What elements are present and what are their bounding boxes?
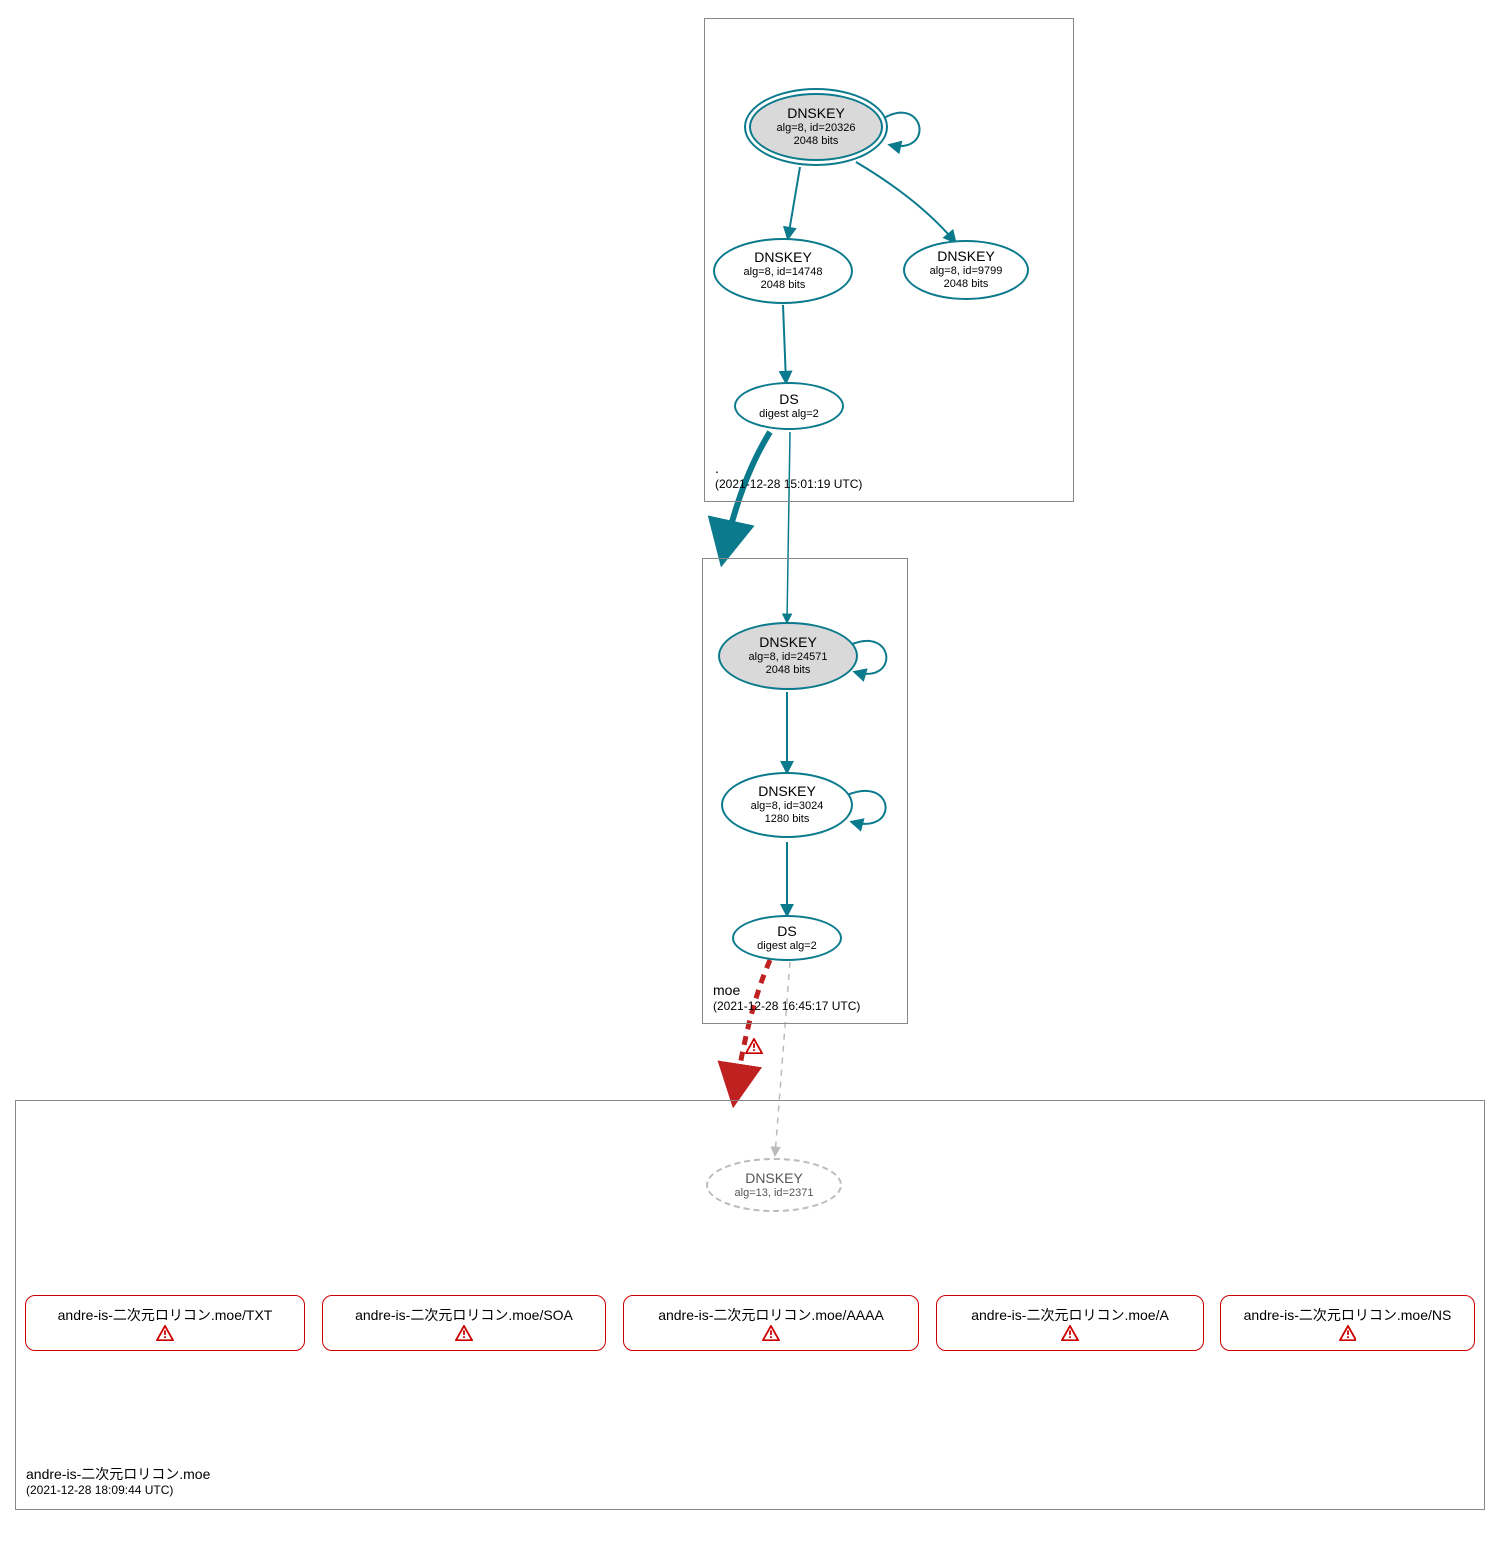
zone-child-timestamp: (2021-12-28 18:09:44 UTC) — [26, 1483, 210, 1499]
record-soa: andre-is-二次元ロリコン.moe/SOA — [322, 1295, 606, 1351]
node-root-other: DNSKEY alg=8, id=9799 2048 bits — [903, 240, 1029, 300]
warning-icon — [745, 1038, 763, 1057]
zone-root-name: . — [715, 459, 862, 477]
record-txt: andre-is-二次元ロリコン.moe/TXT — [25, 1295, 305, 1351]
warning-icon — [762, 1325, 780, 1341]
node-child-dnskey-title: DNSKEY — [745, 1170, 803, 1187]
zone-moe-label: moe (2021-12-28 16:45:17 UTC) — [713, 981, 860, 1015]
record-txt-label: andre-is-二次元ロリコン.moe/TXT — [58, 1305, 273, 1325]
node-root-ksk-sub1: alg=8, id=20326 — [777, 122, 856, 135]
node-root-zsk-sub1: alg=8, id=14748 — [744, 266, 823, 279]
node-root-ksk-sub2: 2048 bits — [794, 135, 839, 148]
node-child-dnskey-sub1: alg=13, id=2371 — [735, 1187, 814, 1200]
zone-moe-timestamp: (2021-12-28 16:45:17 UTC) — [713, 999, 860, 1015]
record-a: andre-is-二次元ロリコン.moe/A — [936, 1295, 1204, 1351]
node-moe-ds-title: DS — [777, 923, 796, 940]
record-ns: andre-is-二次元ロリコン.moe/NS — [1220, 1295, 1475, 1351]
node-moe-ksk-title: DNSKEY — [759, 634, 817, 651]
node-moe-zsk: DNSKEY alg=8, id=3024 1280 bits — [721, 772, 853, 838]
record-soa-label: andre-is-二次元ロリコン.moe/SOA — [355, 1305, 573, 1325]
zone-child-label: andre-is-二次元ロリコン.moe (2021-12-28 18:09:4… — [26, 1465, 210, 1499]
node-moe-ds-sub1: digest alg=2 — [757, 940, 817, 953]
node-root-ds: DS digest alg=2 — [734, 382, 844, 430]
warning-icon — [1061, 1325, 1079, 1341]
zone-child-name: andre-is-二次元ロリコン.moe — [26, 1465, 210, 1483]
node-root-other-sub1: alg=8, id=9799 — [930, 265, 1003, 278]
node-root-other-sub2: 2048 bits — [944, 278, 989, 291]
node-root-zsk-title: DNSKEY — [754, 249, 812, 266]
node-moe-ksk-sub1: alg=8, id=24571 — [749, 651, 828, 664]
node-root-ksk-title: DNSKEY — [787, 105, 845, 122]
node-root-ds-sub1: digest alg=2 — [759, 408, 819, 421]
record-aaaa-label: andre-is-二次元ロリコン.moe/AAAA — [658, 1305, 884, 1325]
zone-moe-name: moe — [713, 981, 860, 999]
node-root-other-title: DNSKEY — [937, 248, 995, 265]
node-root-zsk: DNSKEY alg=8, id=14748 2048 bits — [713, 238, 853, 304]
node-root-ds-title: DS — [779, 391, 798, 408]
record-ns-label: andre-is-二次元ロリコン.moe/NS — [1244, 1305, 1452, 1325]
warning-icon — [1339, 1325, 1357, 1341]
node-child-dnskey-missing: DNSKEY alg=13, id=2371 — [706, 1158, 842, 1212]
node-root-ksk: DNSKEY alg=8, id=20326 2048 bits — [744, 88, 888, 166]
zone-root-label: . (2021-12-28 15:01:19 UTC) — [715, 459, 862, 493]
node-moe-ds: DS digest alg=2 — [732, 915, 842, 961]
zone-root-timestamp: (2021-12-28 15:01:19 UTC) — [715, 477, 862, 493]
node-moe-ksk: DNSKEY alg=8, id=24571 2048 bits — [718, 622, 858, 690]
record-aaaa: andre-is-二次元ロリコン.moe/AAAA — [623, 1295, 919, 1351]
node-root-zsk-sub2: 2048 bits — [761, 279, 806, 292]
warning-icon — [156, 1325, 174, 1341]
record-a-label: andre-is-二次元ロリコン.moe/A — [971, 1305, 1169, 1325]
node-moe-zsk-sub2: 1280 bits — [765, 813, 810, 826]
node-moe-zsk-sub1: alg=8, id=3024 — [751, 800, 824, 813]
node-moe-zsk-title: DNSKEY — [758, 783, 816, 800]
warning-icon — [455, 1325, 473, 1341]
node-moe-ksk-sub2: 2048 bits — [766, 664, 811, 677]
